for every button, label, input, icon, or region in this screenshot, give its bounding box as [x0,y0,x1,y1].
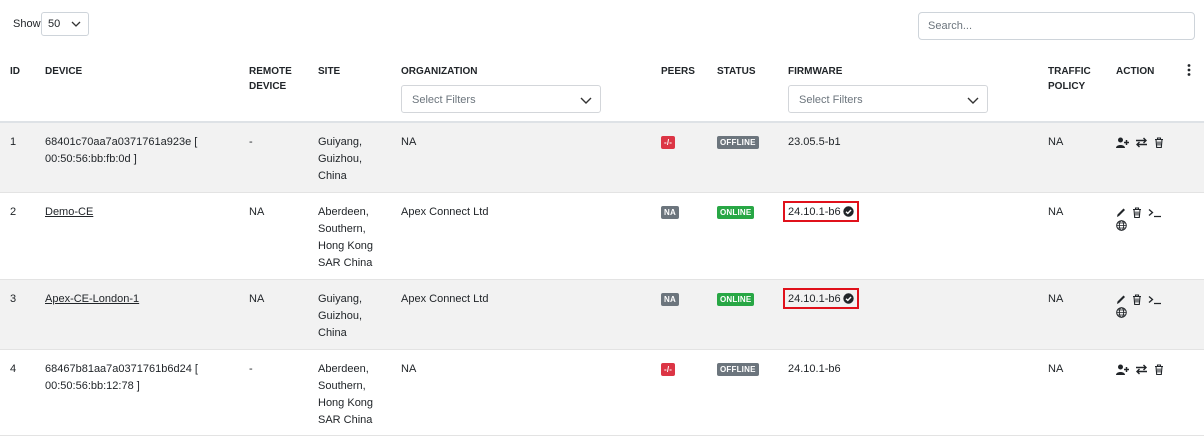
col-header-firmware[interactable]: FIRMWARE Select Filters [788,54,1048,123]
search-input[interactable] [918,12,1195,40]
trash-icon[interactable] [1132,206,1142,218]
cell-organization: NA [401,136,417,148]
organization-filter-select[interactable]: Select Filters [401,85,601,113]
col-header-status[interactable]: STATUS [717,54,788,123]
cell-status: ONLINE [717,279,788,349]
globe-icon[interactable] [1116,306,1127,318]
cell-site: Guiyang, Guizhou, China [318,136,363,182]
col-header-remote-device[interactable]: REMOTE DEVICE [249,54,318,123]
device-link[interactable]: Demo-CE [45,206,93,218]
cell-firmware: 24.10.1-b6 [783,279,1048,349]
cell-status: ONLINE [717,192,788,279]
firmware-filter-select[interactable]: Select Filters [788,85,988,113]
cell-site: Aberdeen, Southern, Hong Kong SAR China [318,362,374,426]
cell-device: 68467b81aa7a0371761b6d24 [00:50:56:bb:12… [45,362,198,392]
cell-remote-device: NA [249,205,265,218]
cell-device: Apex-CE-London-1 [45,279,249,349]
firmware-highlight: 24.10.1-b6 [783,200,859,222]
device-link[interactable]: Apex-CE-London-1 [45,293,139,305]
peers-badge: NA [661,205,679,219]
cell-firmware: 24.10.1-b6 [788,362,841,375]
cell-remote-device: - [249,136,253,148]
status-badge: OFFLINE [717,136,759,149]
check-circle-icon [842,205,854,217]
col-header-id[interactable]: ID [0,54,45,123]
col-header-organization[interactable]: ORGANIZATION Select Filters [401,54,661,123]
page-size-value: 50 [48,18,61,30]
cell-organization: Apex Connect Ltd [401,205,489,218]
trash-icon[interactable] [1154,363,1164,375]
cell-peers: -/- [661,349,717,435]
cell-site: Aberdeen, Southern, Hong Kong SAR China [318,205,374,269]
devices-table: ID DEVICE REMOTE DEVICE SITE ORGANIZATION… [0,54,1204,436]
cell-id: 2 [10,205,17,218]
cell-firmware: 24.10.1-b6 [783,192,1048,279]
cell-action [1116,192,1204,279]
peers-badge: -/- [661,136,676,149]
chevron-down-icon [967,97,979,104]
cell-id: 4 [10,362,17,375]
table-row: 3 Apex-CE-London-1 NA Guiyang, Guizhou, Ch… [0,279,1204,349]
cell-traffic-policy: NA [1048,205,1064,218]
firmware-highlight: 24.10.1-b6 [783,287,859,309]
show-entries-label: Show [13,18,41,30]
cell-traffic-policy: NA [1048,362,1064,375]
table-row: 1 68401c70aa7a0371761a923e [00:50:56:bb:… [0,122,1204,192]
swap-icon[interactable] [1135,137,1148,148]
pencil-icon[interactable] [1116,294,1126,305]
cell-peers: NA [661,279,717,349]
cell-device: 68401c70aa7a0371761a923e [00:50:56:bb:fb… [45,136,198,165]
col-header-device[interactable]: DEVICE [45,54,249,123]
status-badge: ONLINE [717,205,755,219]
cell-action [1116,122,1204,192]
check-circle-icon [842,292,854,304]
status-badge: OFFLINE [717,362,759,376]
cell-site: Guiyang, Guizhou, China [318,292,363,339]
cell-action [1116,279,1204,349]
trash-icon[interactable] [1154,137,1164,148]
chevron-down-icon [580,97,592,104]
cell-status: OFFLINE [717,122,788,192]
col-header-action: ACTION [1116,54,1204,123]
cell-peers: NA [661,192,717,279]
swap-icon[interactable] [1135,364,1148,375]
terminal-icon[interactable] [1148,294,1162,305]
cell-remote-device: NA [249,292,265,305]
cell-id: 1 [10,136,17,148]
col-header-site[interactable]: SITE [318,54,401,123]
user-plus-icon[interactable] [1116,137,1129,148]
chevron-down-icon [71,21,81,27]
pencil-icon[interactable] [1116,207,1126,218]
cell-traffic-policy: NA [1048,292,1064,305]
cell-device: Demo-CE [45,192,249,279]
cell-organization: Apex Connect Ltd [401,292,489,305]
cell-status: OFFLINE [717,349,788,435]
cell-firmware: 23.05.5-b1 [788,136,841,148]
table-row: 2 Demo-CE NA Aberdeen, Southern, Hong Kong… [0,192,1204,279]
cell-traffic-policy: NA [1048,136,1064,148]
page-size-select[interactable]: 50 [41,12,89,36]
table-header-row: ID DEVICE REMOTE DEVICE SITE ORGANIZATION… [0,54,1204,123]
peers-badge: NA [661,292,679,306]
table-row: 4 68467b81aa7a0371761b6d24 [00:50:56:bb:… [0,349,1204,435]
trash-icon[interactable] [1132,293,1142,305]
table-toolbar: Show 50 [0,0,1204,48]
peers-badge: -/- [661,362,676,376]
cell-remote-device: - [249,362,253,375]
cell-peers: -/- [661,122,717,192]
cell-organization: NA [401,362,417,375]
cell-id: 3 [10,292,17,305]
user-plus-icon[interactable] [1116,364,1129,375]
col-header-peers[interactable]: PEERS [661,54,717,123]
terminal-icon[interactable] [1148,207,1162,218]
col-header-traffic-policy[interactable]: TRAFFIC POLICY [1048,54,1116,123]
globe-icon[interactable] [1116,219,1127,231]
status-badge: ONLINE [717,292,755,306]
cell-action [1116,349,1204,435]
